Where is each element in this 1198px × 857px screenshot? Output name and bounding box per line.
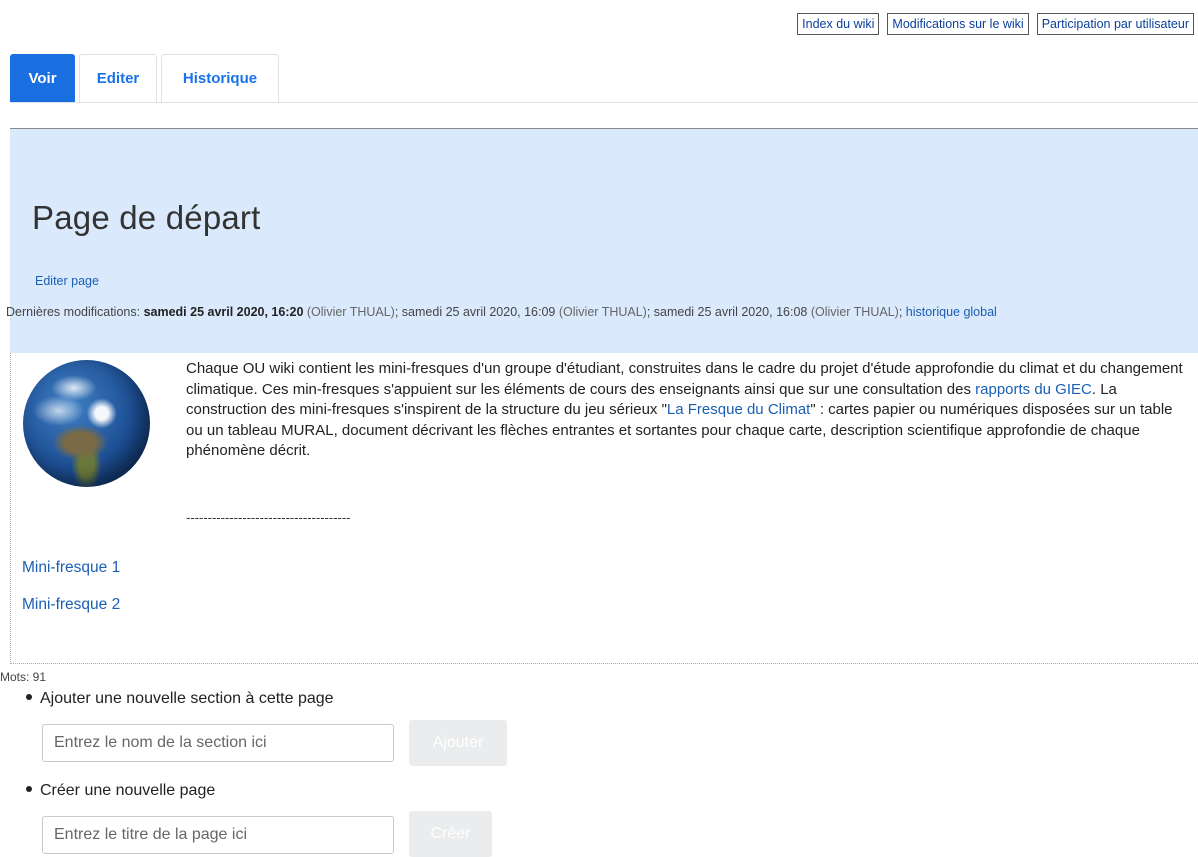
wiki-changes-button[interactable]: Modifications sur le wiki [887, 13, 1029, 35]
edit-page-link[interactable]: Editer page [35, 274, 99, 288]
lastmod-date-2: ; samedi 25 avril 2020, 16:09 [394, 305, 556, 319]
tab-voir[interactable]: Voir [10, 54, 75, 102]
mini-fresque-1-link[interactable]: Mini-fresque 1 [22, 559, 120, 577]
add-section-item: Ajouter une nouvelle section à cette pag… [26, 690, 334, 708]
page-tabs: Voir Editer Historique [10, 54, 1198, 103]
fresque-du-climat-link[interactable]: La Fresque du Climat [667, 401, 810, 418]
lastmod-prefix: Dernières modifications: [6, 305, 144, 319]
page-title: Page de départ [32, 199, 261, 236]
word-count: Mots: 91 [0, 670, 47, 684]
section-name-input[interactable] [42, 724, 394, 762]
wiki-top-nav: Index du wiki Modifications sur le wiki … [797, 13, 1194, 35]
page-content: Chaque OU wiki contient les mini-fresque… [10, 353, 1198, 664]
bullet-icon [26, 785, 32, 792]
create-page-item: Créer une nouvelle page [26, 782, 215, 800]
lastmod-user-2: (Olivier THUAL) [555, 305, 647, 319]
global-history-link[interactable]: historique global [906, 305, 997, 319]
create-page-button[interactable]: Créer [409, 811, 492, 857]
mini-fresque-2-link[interactable]: Mini-fresque 2 [22, 596, 120, 614]
tab-editer[interactable]: Editer [79, 54, 157, 102]
lastmod-sep: ; [898, 305, 906, 319]
lastmod-user-3: (Olivier THUAL) [807, 305, 899, 319]
page-header: Page de départ Editer page Dernières mod… [6, 129, 1198, 353]
lastmod-user-1: (Olivier THUAL) [303, 305, 395, 319]
earth-globe-image [23, 360, 150, 487]
wiki-index-button[interactable]: Index du wiki [797, 13, 880, 35]
lastmod-date-1: samedi 25 avril 2020, 16:20 [143, 305, 304, 319]
add-section-label: Ajouter une nouvelle section à cette pag… [40, 690, 334, 707]
add-section-button[interactable]: Ajouter [409, 720, 507, 766]
page-title-input[interactable] [42, 816, 394, 854]
intro-paragraph: Chaque OU wiki contient les mini-fresque… [186, 359, 1192, 462]
tab-historique[interactable]: Historique [161, 54, 279, 102]
bullet-icon [26, 693, 32, 700]
giec-reports-link[interactable]: rapports du GIEC [975, 381, 1092, 398]
participation-button[interactable]: Participation par utilisateur [1036, 13, 1194, 35]
last-modifications: Dernières modifications: samedi 25 avril… [6, 302, 1190, 322]
separator-dashes: -------------------------------------- [186, 510, 351, 525]
lastmod-date-3: ; samedi 25 avril 2020, 16:08 [646, 305, 808, 319]
create-page-label: Créer une nouvelle page [40, 782, 216, 799]
